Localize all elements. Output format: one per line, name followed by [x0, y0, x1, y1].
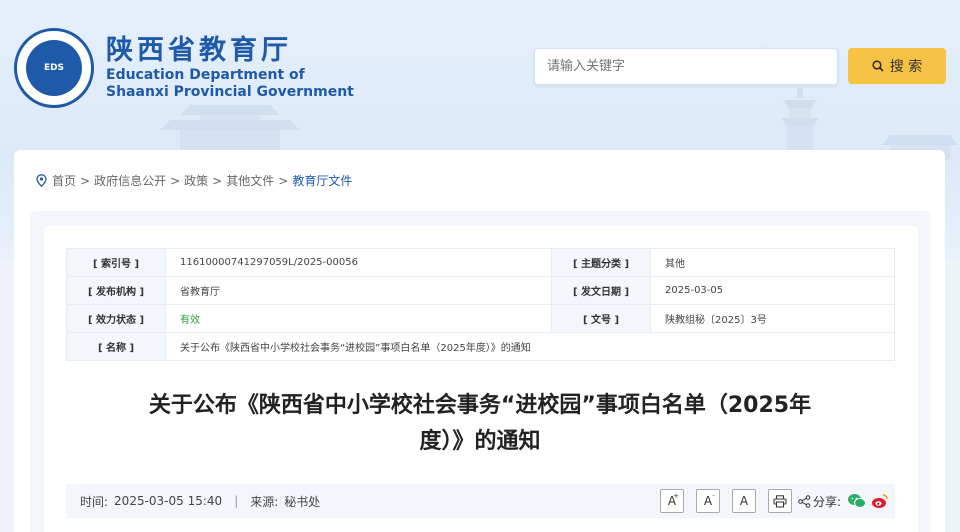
emblem-icon: EDS — [14, 28, 94, 108]
table-row: [ 索引号 ] 11610000741297059L/2025-00056 [ … — [66, 248, 895, 277]
meta-value-category: 其他 — [650, 248, 895, 277]
meta-value-docno: 陕教组秘〔2025〕3号 — [650, 304, 895, 333]
meta-value-date: 2025-03-05 — [650, 276, 895, 305]
font-small-label: A — [703, 494, 713, 508]
table-row: [ 效力状态 ] 有效 [ 文号 ] 陕教组秘〔2025〕3号 — [66, 304, 895, 333]
search-button-label: 搜 索 — [889, 59, 923, 75]
meta-value-status: 有效 — [164, 304, 553, 333]
table-row: [ 发布机构 ] 省教育厅 [ 发文日期 ] 2025-03-05 — [66, 276, 895, 305]
meta-value-name: 关于公布《陕西省中小学校社会事务“进校园”事项白名单（2025年度）》的通知 — [165, 332, 895, 361]
meta-label-name: [ 名称 ] — [66, 332, 166, 361]
breadcrumb-gov-info[interactable]: 政府信息公开 — [94, 172, 166, 189]
meta-label-category: [ 主题分类 ] — [551, 248, 652, 277]
wechat-icon[interactable] — [847, 493, 867, 509]
printer-icon — [773, 494, 787, 507]
article-tools: A + A- A 分享: — [648, 489, 889, 513]
publish-time: 2025-03-05 15:40 — [114, 494, 223, 508]
location-pin-icon — [36, 174, 47, 187]
search-input[interactable] — [534, 48, 838, 85]
meta-label-date: [ 发文日期 ] — [551, 276, 652, 305]
site-name-en-line2: Shaanxi Provincial Government — [106, 84, 354, 100]
time-label: 时间: — [80, 494, 109, 509]
font-size-normal-button[interactable]: A — [731, 489, 756, 513]
article-title: 关于公布《陕西省中小学校社会事务“进校园”事项白名单（2025年 度）》的通知 — [100, 388, 860, 460]
breadcrumb: 首页 > 政府信息公开 > 政策 > 其他文件 > 教育厅文件 — [36, 172, 352, 189]
breadcrumb-separator: > — [278, 173, 289, 188]
document-meta-table: [ 索引号 ] 11610000741297059L/2025-00056 [ … — [66, 248, 895, 361]
breadcrumb-policy[interactable]: 政策 — [184, 172, 208, 189]
breadcrumb-separator: > — [212, 173, 223, 188]
site-logo[interactable]: EDS 陕西省教育厅 Education Department of Shaan… — [14, 28, 354, 108]
site-name-en-line1: Education Department of — [106, 67, 305, 83]
meta-label-index: [ 索引号 ] — [66, 248, 166, 277]
weibo-icon[interactable] — [871, 493, 889, 509]
font-normal-label: A — [739, 494, 749, 508]
table-row: [ 名称 ] 关于公布《陕西省中小学校社会事务“进校园”事项白名单（2025年度… — [66, 332, 895, 361]
breadcrumb-other-files[interactable]: 其他文件 — [226, 172, 274, 189]
breadcrumb-separator: > — [80, 173, 91, 188]
share-icon — [798, 494, 811, 508]
font-size-small-button[interactable]: A- — [695, 489, 720, 513]
source-label: 来源: — [250, 494, 279, 509]
share-label: 分享: — [812, 494, 841, 509]
meta-value-publisher: 省教育厅 — [164, 276, 553, 305]
article-title-line1: 关于公布《陕西省中小学校社会事务“进校园”事项白名单（2025年 — [148, 393, 812, 418]
search-icon — [872, 60, 884, 72]
meta-label-status: [ 效力状态 ] — [66, 304, 166, 333]
font-size-large-button[interactable]: A + — [659, 489, 684, 513]
meta-value-index: 11610000741297059L/2025-00056 — [164, 248, 553, 277]
article-title-line2: 度）》的通知 — [419, 429, 541, 454]
emblem-text: EDS — [43, 63, 65, 73]
share-area: 分享: — [798, 493, 889, 510]
search-button[interactable]: 搜 索 — [848, 48, 946, 84]
breadcrumb-home[interactable]: 首页 — [52, 172, 76, 189]
info-divider: | — [234, 494, 239, 508]
print-button[interactable] — [767, 489, 792, 513]
breadcrumb-current[interactable]: 教育厅文件 — [292, 172, 352, 189]
source-value: 秘书处 — [284, 494, 321, 509]
meta-label-docno: [ 文号 ] — [551, 304, 652, 333]
breadcrumb-separator: > — [170, 173, 181, 188]
site-name-cn: 陕西省教育厅 — [106, 35, 292, 66]
meta-label-publisher: [ 发布机构 ] — [66, 276, 166, 305]
article-info-bar: 时间: 2025-03-05 15:40 | 来源: 秘书处 A+ A- A — [66, 484, 895, 518]
